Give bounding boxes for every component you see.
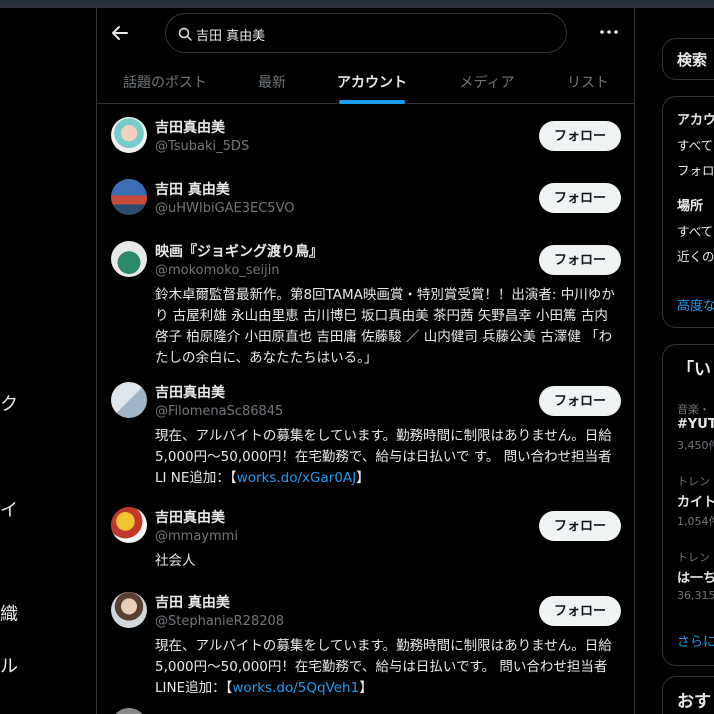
user-cell[interactable]: 吉田 真由美 @StephanieR28208 フォロー 現在、アルバイトの募集… bbox=[97, 580, 634, 705]
user-name[interactable]: 吉田真由美 bbox=[155, 117, 225, 137]
user-handle: @Tsubaki_5DS bbox=[155, 139, 250, 154]
left-navigation: ク イ 織 ル bbox=[0, 8, 96, 714]
trend-post-count: 1,054件 bbox=[677, 515, 714, 528]
trend-post-count: 36,315 bbox=[677, 589, 714, 602]
right-sidebar: 検索 アカウ すべて フォロ 場所 すべて 近くの 高度な 「い 音楽・ #YU… bbox=[635, 8, 714, 714]
trend-post-count: 3,450件 bbox=[677, 439, 714, 452]
follow-button[interactable]: フォロー bbox=[539, 511, 621, 541]
search-query: 吉田 真由美 bbox=[196, 29, 266, 44]
user-cell[interactable]: 映画『ジョギング渡り鳥』 @mokomoko_seijin フォロー 鈴木卓爾監… bbox=[97, 229, 634, 379]
user-bio: 鈴木卓爾監督最新作。第8回TAMA映画賞・特別賞受賞！！出演者: 中川ゆかり 古… bbox=[155, 287, 615, 366]
user-name[interactable]: 吉田 真由美 bbox=[155, 592, 230, 612]
user-cell[interactable]: 吉田真由美 @mmaymmi フォロー 社会人 bbox=[97, 495, 634, 580]
location-filter-heading: 場所 bbox=[677, 199, 704, 214]
search-header: 吉田 真由美 話題のポスト 最新 アカウント メディア リスト bbox=[97, 8, 634, 104]
account-filter-heading: アカウ bbox=[677, 113, 714, 128]
location-filter-all[interactable]: すべて bbox=[677, 221, 713, 240]
follow-button[interactable]: フォロー bbox=[539, 183, 621, 213]
user-bio: 社会人 bbox=[155, 553, 196, 569]
user-handle: @FilomenaSc86845 bbox=[155, 404, 284, 419]
account-filter-all[interactable]: すべて bbox=[677, 135, 713, 154]
user-cell[interactable]: 吉田 真由美 @uHWIbiGAE3EC5VO フォロー bbox=[97, 167, 634, 229]
trend-category: トレン bbox=[677, 551, 710, 564]
trend-name[interactable]: カイト bbox=[677, 491, 714, 510]
trend-category: トレン bbox=[677, 475, 710, 488]
location-filter-nearby[interactable]: 近くの bbox=[677, 246, 714, 265]
follow-button[interactable]: フォロー bbox=[539, 386, 621, 416]
tab-lists[interactable]: リスト bbox=[547, 64, 629, 104]
search-filters-card: アカウ すべて フォロ 場所 すべて 近くの 高度な bbox=[662, 96, 714, 328]
follow-button[interactable]: フォロー bbox=[539, 121, 621, 151]
window-top-strip bbox=[0, 0, 714, 8]
trend-name[interactable]: は一ち bbox=[677, 567, 714, 586]
search-input[interactable]: 吉田 真由美 bbox=[165, 13, 567, 53]
user-cell[interactable]: 吉田真由美 @Tsubaki_5DS フォロー bbox=[97, 105, 634, 167]
recommend-heading: おす bbox=[677, 692, 711, 712]
nav-item-fragment[interactable]: ク bbox=[0, 390, 18, 416]
bio-link[interactable]: works.do/xGar0AJ bbox=[237, 470, 356, 486]
search-filters-heading: 検索 bbox=[677, 51, 708, 69]
user-handle: @mokomoko_seijin bbox=[155, 263, 280, 278]
follow-button[interactable]: フォロー bbox=[539, 245, 621, 275]
account-filter-following[interactable]: フォロ bbox=[677, 160, 714, 179]
user-bio: 現在、アルバイトの募集をしています。勤務時間に制限はありません。日給5,000円… bbox=[155, 428, 612, 486]
user-cell[interactable]: 吉田真由美 @FilomenaSc86845 フォロー 現在、アルバイトの募集を… bbox=[97, 370, 634, 495]
nav-item-fragment[interactable]: ル bbox=[0, 652, 18, 678]
more-options-icon[interactable] bbox=[597, 20, 621, 44]
tab-top[interactable]: 話題のポスト bbox=[103, 64, 227, 104]
tab-media[interactable]: メディア bbox=[427, 64, 547, 104]
active-tab-indicator bbox=[339, 100, 405, 104]
avatar[interactable] bbox=[111, 179, 147, 215]
tab-accounts[interactable]: アカウント bbox=[317, 64, 427, 104]
avatar[interactable] bbox=[111, 241, 147, 277]
recommend-card: おす bbox=[662, 676, 714, 714]
nav-item-fragment[interactable]: 織 bbox=[0, 600, 18, 626]
user-handle: @mmaymmi bbox=[155, 529, 238, 544]
trend-category: 音楽・ bbox=[677, 403, 710, 416]
nav-item-fragment[interactable]: イ bbox=[0, 496, 18, 522]
trend-name[interactable]: #YUT bbox=[677, 417, 714, 432]
trends-heading: 「い bbox=[677, 360, 711, 380]
avatar[interactable] bbox=[111, 507, 147, 543]
user-bio: 現在、アルバイトの募集をしています。勤務時間に制限はありません。日給5,000円… bbox=[155, 638, 612, 696]
follow-button[interactable]: フォロー bbox=[539, 596, 621, 626]
avatar[interactable] bbox=[111, 382, 147, 418]
avatar[interactable] bbox=[111, 117, 147, 153]
avatar[interactable] bbox=[111, 592, 147, 628]
search-icon bbox=[178, 26, 192, 41]
search-tabs: 話題のポスト 最新 アカウント メディア リスト bbox=[97, 64, 634, 104]
user-name[interactable]: 映画『ジョギング渡り鳥』 bbox=[155, 241, 323, 261]
back-arrow-icon[interactable] bbox=[109, 22, 131, 44]
tab-latest[interactable]: 最新 bbox=[227, 64, 317, 104]
user-name[interactable]: 吉田真由美 bbox=[155, 382, 225, 402]
user-name[interactable]: 吉田真由美 bbox=[155, 507, 225, 527]
user-handle: @StephanieR28208 bbox=[155, 614, 285, 629]
avatar[interactable] bbox=[111, 708, 147, 714]
user-handle: @uHWIbiGAE3EC5VO bbox=[155, 201, 295, 216]
advanced-search-link[interactable]: 高度な bbox=[677, 295, 714, 314]
bio-link[interactable]: works.do/5QqVeh1 bbox=[232, 680, 359, 696]
show-more-link[interactable]: さらに bbox=[677, 631, 714, 650]
search-filters-header-card: 検索 bbox=[662, 38, 714, 80]
main-column: 吉田 真由美 話題のポスト 最新 アカウント メディア リスト 吉田真由美 @T… bbox=[96, 8, 635, 714]
trends-card: 「い 音楽・ #YUT 3,450件 トレン カイト 1,054件 トレン は一… bbox=[662, 344, 714, 666]
user-name[interactable]: 吉田 真由美 bbox=[155, 179, 230, 199]
